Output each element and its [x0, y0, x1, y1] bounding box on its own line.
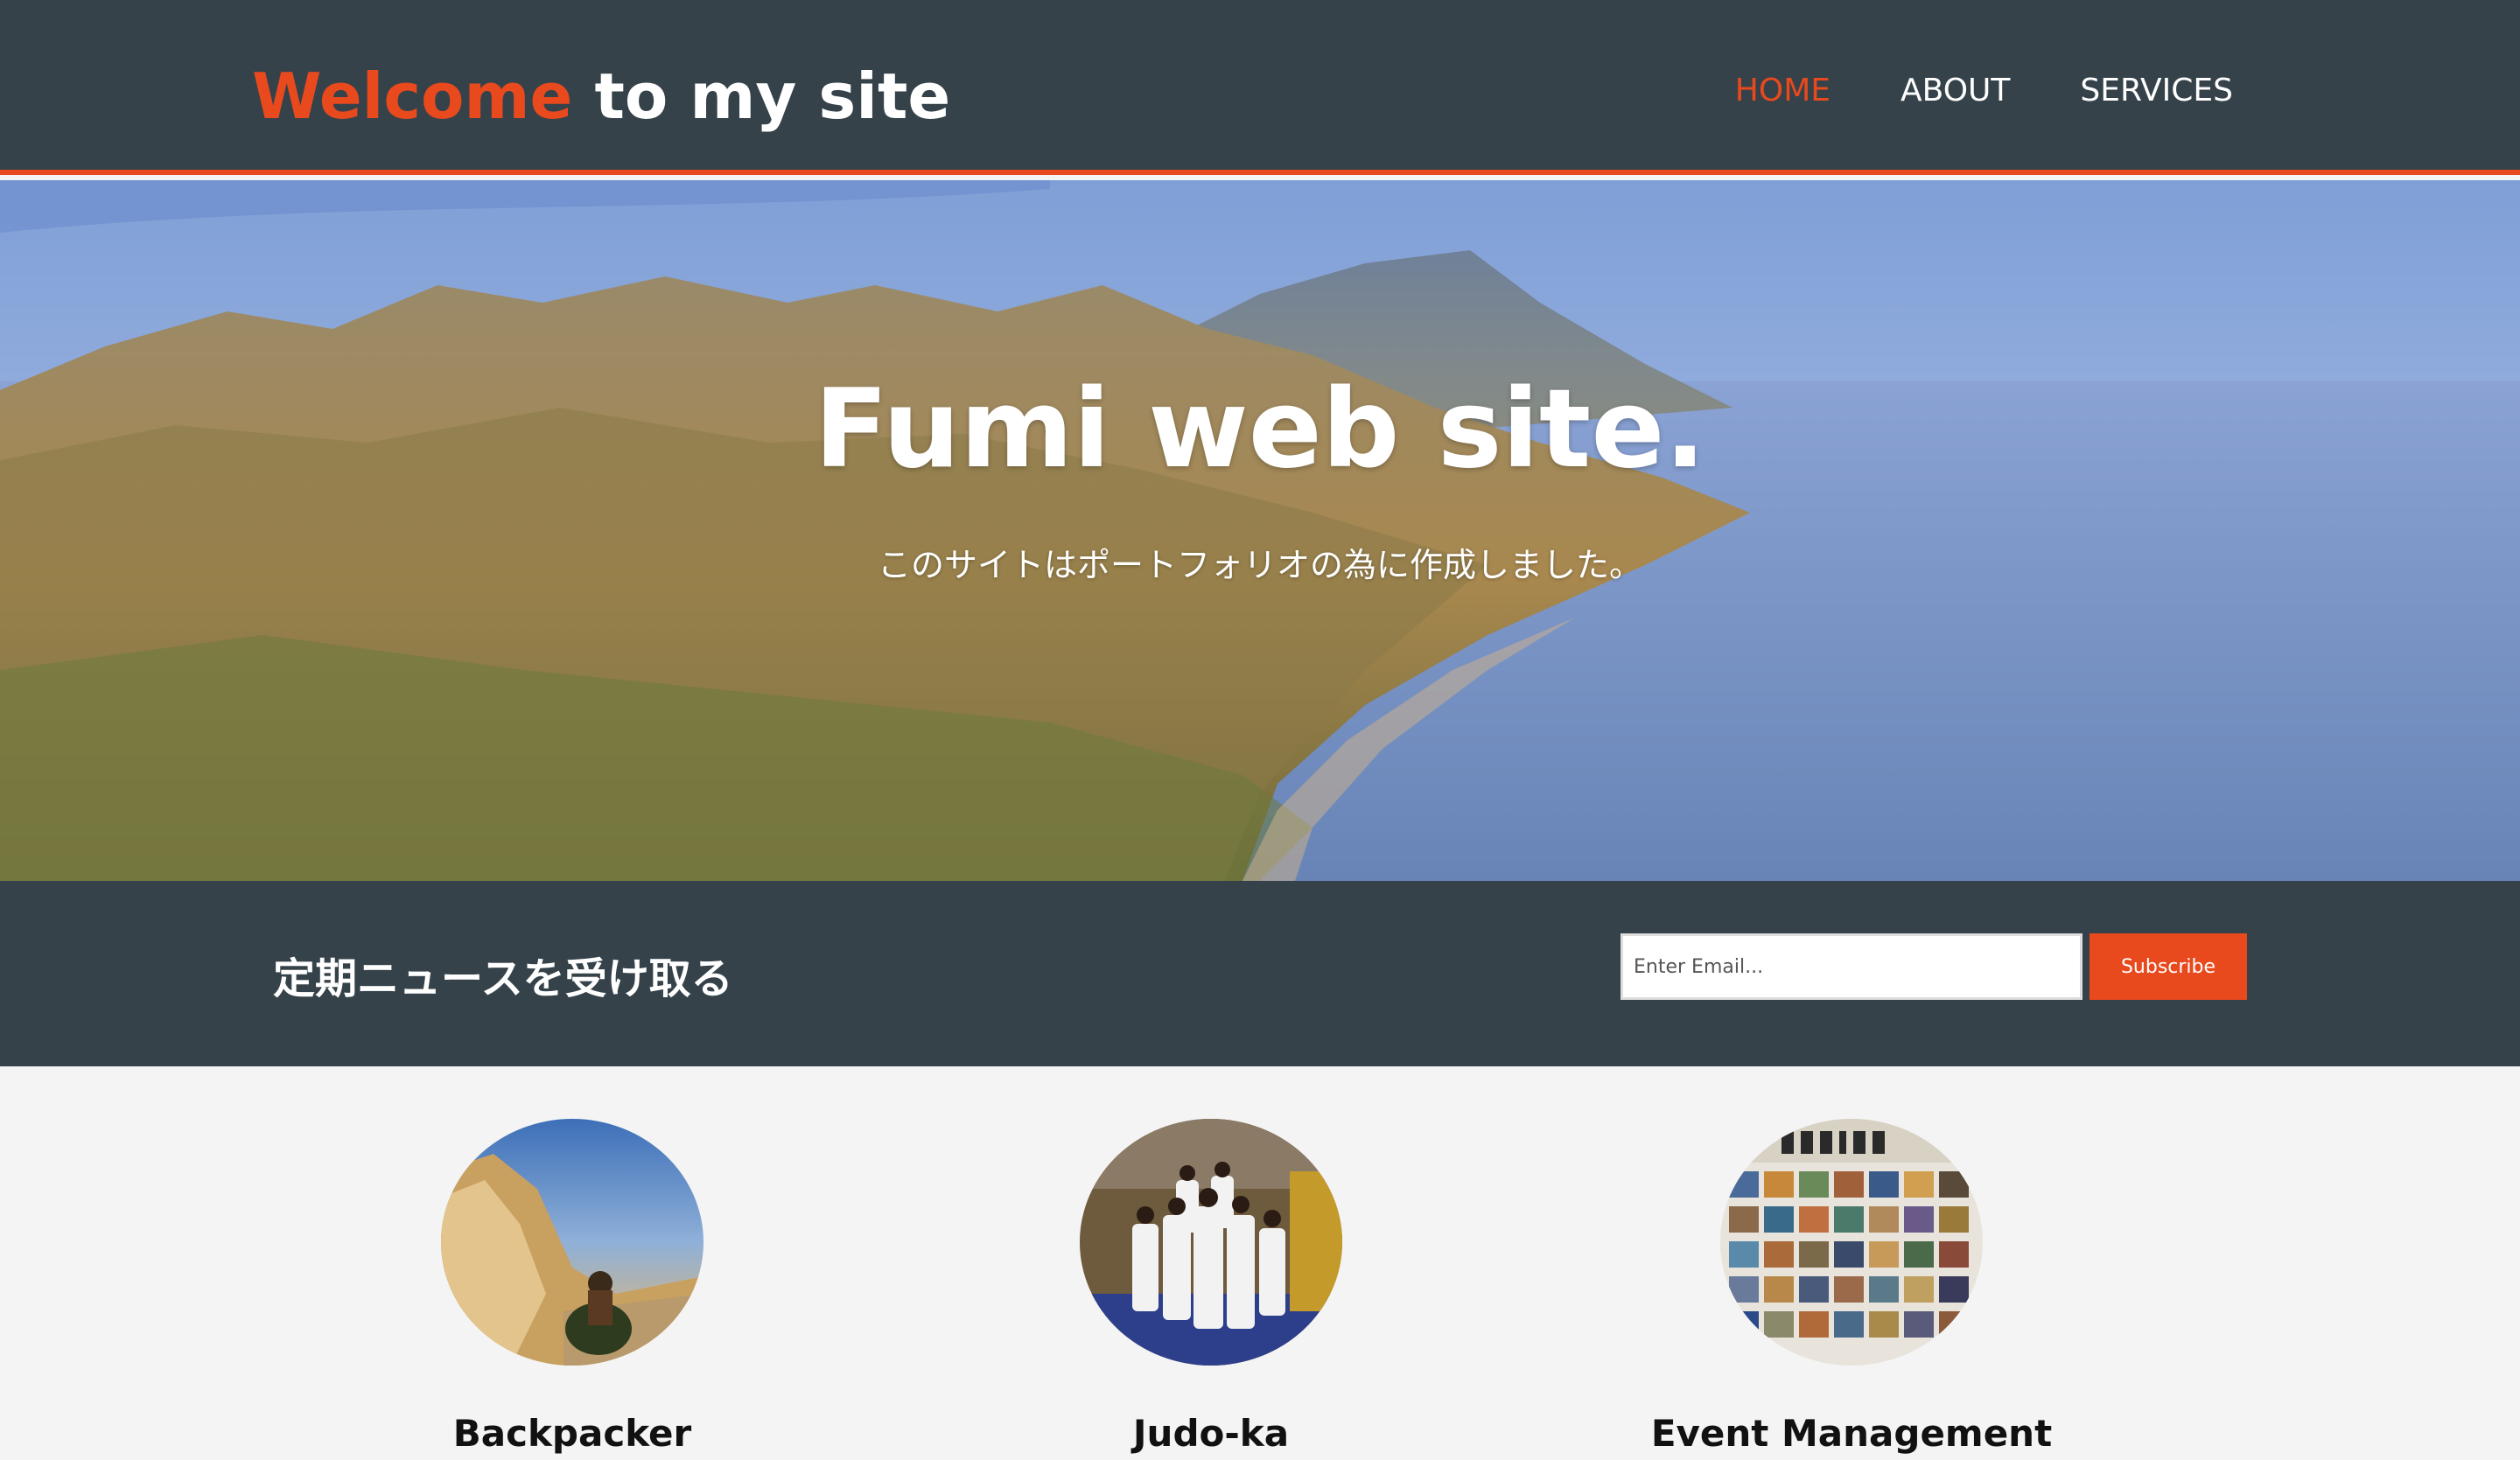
box-event-management: Event Management	[1589, 1119, 2114, 1460]
email-input[interactable]	[1620, 933, 2082, 1000]
hero-subtitle: このサイトはポートフォリオの為に作成しました。	[877, 546, 1642, 584]
newsletter-section: 定期ニュースを受け取る Subscribe	[0, 881, 2520, 1066]
landscape-background-image	[0, 180, 2520, 881]
site-header: Welcome to my site HOME ABOUT SERVICES	[0, 0, 2520, 175]
hero-title: Fumi web site.	[814, 367, 1706, 492]
box-judoka: Judo-ka	[948, 1119, 1474, 1460]
judo-team-photo	[1080, 1119, 1342, 1366]
box-backpacker: Backpacker	[310, 1119, 835, 1460]
logo-rest: to my site	[572, 59, 951, 133]
logo-highlight: Welcome	[252, 59, 573, 133]
services-boxes: Backpacker Judo-ka Event Management	[0, 1066, 2520, 1455]
nav-home-link[interactable]: HOME	[1735, 66, 1830, 115]
site-logo[interactable]: Welcome to my site	[252, 54, 950, 138]
main-nav: HOME ABOUT SERVICES	[1735, 66, 2233, 115]
newsletter-heading: 定期ニュースを受け取る	[273, 954, 733, 1003]
nav-about-link[interactable]: ABOUT	[1900, 66, 2010, 115]
box-title-judoka: Judo-ka	[1132, 1412, 1290, 1455]
box-title-event-management: Event Management	[1650, 1412, 2053, 1455]
hero-showcase: Fumi web site. このサイトはポートフォリオの為に作成しました。	[0, 180, 2520, 881]
backpacker-photo	[441, 1119, 704, 1366]
photo-exhibition-photo	[1720, 1119, 1983, 1366]
box-title-backpacker: Backpacker	[452, 1412, 692, 1455]
nav-services-link[interactable]: SERVICES	[2080, 66, 2233, 115]
subscribe-button[interactable]: Subscribe	[2090, 933, 2247, 1000]
